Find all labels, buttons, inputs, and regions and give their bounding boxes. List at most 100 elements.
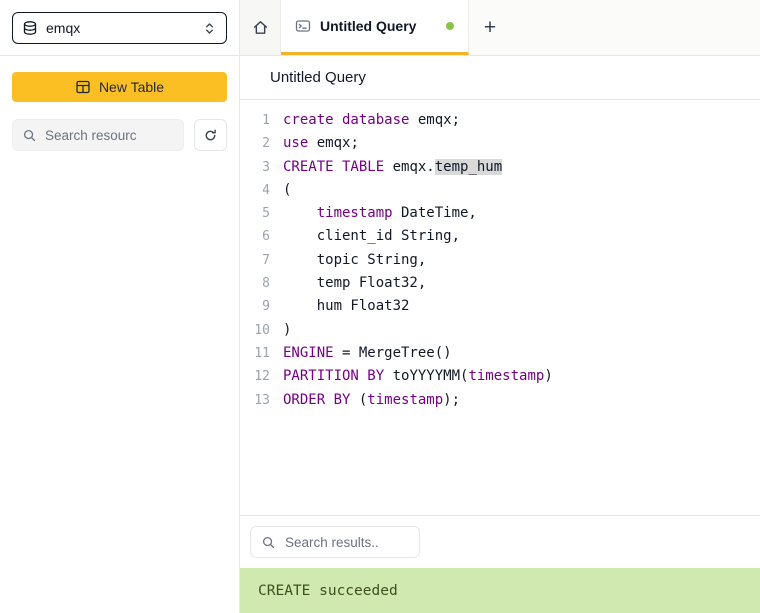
code-line[interactable]: 4(: [240, 179, 760, 202]
code-token-plain: (: [283, 181, 292, 198]
query-title: Untitled Query: [270, 69, 366, 86]
code-token-kw: CREATE TABLE: [283, 158, 385, 175]
code-text: hum Float32: [283, 295, 410, 318]
database-icon: [22, 20, 38, 36]
code-token-plain: = MergeTree(): [333, 344, 452, 361]
status-message: CREATE succeeded: [258, 582, 398, 599]
code-token-plain: emqx;: [308, 135, 359, 152]
results-search-input[interactable]: [283, 533, 409, 551]
query-header: Untitled Query: [240, 56, 760, 100]
code-text: ENGINE = MergeTree(): [283, 342, 452, 365]
code-token-plain: );: [443, 391, 461, 408]
code-line[interactable]: 1 create database emqx;: [240, 109, 760, 132]
code-token-plain: hum Float32: [283, 298, 410, 315]
code-token-kw: use: [283, 135, 309, 152]
table-grid-icon: [75, 79, 91, 95]
code-line[interactable]: 10): [240, 319, 760, 342]
code-line[interactable]: 11 ENGINE = MergeTree(): [240, 342, 760, 365]
line-number: 11: [254, 345, 270, 361]
database-select[interactable]: emqx: [12, 12, 227, 44]
code-text: (: [283, 179, 291, 202]
code-line[interactable]: 13 ORDER BY (timestamp);: [240, 389, 760, 412]
code-token-kw: create database: [283, 112, 410, 128]
resource-search-input[interactable]: [43, 126, 174, 144]
code-token-plain: client_id String,: [283, 228, 461, 245]
code-token-plain: (: [350, 391, 368, 408]
line-number: 13: [254, 392, 270, 408]
code-line[interactable]: 12 PARTITION BY toYYYYMM(timestamp): [240, 365, 760, 388]
code-text: use emqx;: [283, 132, 359, 155]
home-button[interactable]: [240, 0, 281, 55]
code-text: create database emqx;: [283, 109, 460, 132]
refresh-button[interactable]: [194, 119, 227, 151]
line-number: 5: [262, 206, 270, 222]
new-table-button-label: New Table: [98, 79, 165, 95]
code-line[interactable]: 2 use emqx;: [240, 132, 760, 155]
search-icon: [261, 535, 276, 550]
tab-bar: Untitled Query +: [240, 0, 760, 56]
line-number: 6: [262, 229, 270, 245]
code-token-kw: timestamp: [468, 368, 545, 385]
code-token-plain: toYYYYMM(: [384, 368, 469, 385]
code-text: timestamp DateTime,: [283, 202, 477, 225]
code-text: temp Float32,: [283, 272, 427, 295]
code-token-kw: timestamp: [316, 205, 393, 222]
code-line[interactable]: 8 temp Float32,: [240, 272, 760, 295]
code-line[interactable]: 7 topic String,: [240, 249, 760, 272]
code-token-plain: emqx.: [384, 158, 435, 175]
database-select-value: emqx: [46, 20, 81, 36]
code-line[interactable]: 6 client_id String,: [240, 225, 760, 248]
code-token-kw: ORDER BY: [283, 391, 351, 408]
tab-label: Untitled Query: [320, 18, 417, 34]
line-number: 8: [262, 276, 270, 292]
sidebar-top: emqx: [0, 0, 239, 56]
line-number: 9: [262, 299, 270, 315]
sidebar-body: New Table: [0, 56, 239, 167]
code-token-plain: emqx;: [409, 112, 461, 128]
code-token-plain: ): [544, 368, 553, 385]
code-text: topic String,: [283, 249, 427, 272]
resource-search-box[interactable]: [12, 119, 184, 151]
code-text: client_id String,: [283, 225, 460, 248]
code-token-plain: DateTime,: [392, 205, 477, 222]
new-tab-button[interactable]: +: [469, 0, 511, 55]
results-search-box[interactable]: [250, 526, 420, 558]
app-window: emqx New Table Search resourc Untitled Q…: [0, 0, 760, 613]
line-number: 1: [262, 113, 270, 128]
line-number: 10: [254, 322, 270, 338]
line-number: 4: [262, 182, 270, 198]
code-token-plain: topic String,: [283, 251, 427, 268]
line-number: 7: [262, 252, 270, 268]
chevron-up-down-icon: [202, 21, 217, 36]
sidebar-search-row: [12, 119, 227, 151]
code-token-sel: temp_hum: [434, 158, 503, 175]
sql-editor[interactable]: 1 create database emqx; 2 use emqx; 3 CREATE …: [240, 100, 760, 515]
code-token-kw: ENGINE: [283, 344, 334, 361]
main-panel: Untitled Query + Untitled Query 1 create …: [240, 0, 760, 613]
code-lines: 1 create database emqx; 2 use emqx; 3 CREATE …: [240, 109, 760, 412]
new-table-button[interactable]: New Table: [12, 72, 227, 102]
console-icon: [295, 18, 311, 34]
results-toolbar: [240, 515, 760, 568]
code-line[interactable]: 9 hum Float32: [240, 295, 760, 318]
code-token-plain: ): [283, 321, 292, 338]
code-token-plain: temp Float32,: [283, 275, 427, 292]
code-text: PARTITION BY toYYYYMM(timestamp): [283, 365, 553, 388]
refresh-icon: [203, 128, 218, 143]
code-text: CREATE TABLE emqx.temp_hum: [283, 156, 503, 179]
home-icon: [252, 19, 269, 36]
code-token-kw: PARTITION BY: [283, 368, 385, 385]
sidebar: emqx New Table: [0, 0, 240, 613]
code-text: ): [283, 319, 291, 342]
line-number: 3: [262, 159, 270, 175]
green-dot: [446, 22, 454, 30]
code-line[interactable]: 5 timestamp DateTime,: [240, 202, 760, 225]
tab-untitled-query[interactable]: Untitled Query: [281, 0, 469, 55]
code-token-kw: timestamp: [367, 391, 444, 408]
code-text: ORDER BY (timestamp);: [283, 389, 460, 412]
line-number: 12: [254, 369, 270, 385]
search-icon: [22, 128, 37, 143]
line-number: 2: [262, 136, 270, 152]
code-line[interactable]: 3 CREATE TABLE emqx.temp_hum: [240, 156, 760, 179]
